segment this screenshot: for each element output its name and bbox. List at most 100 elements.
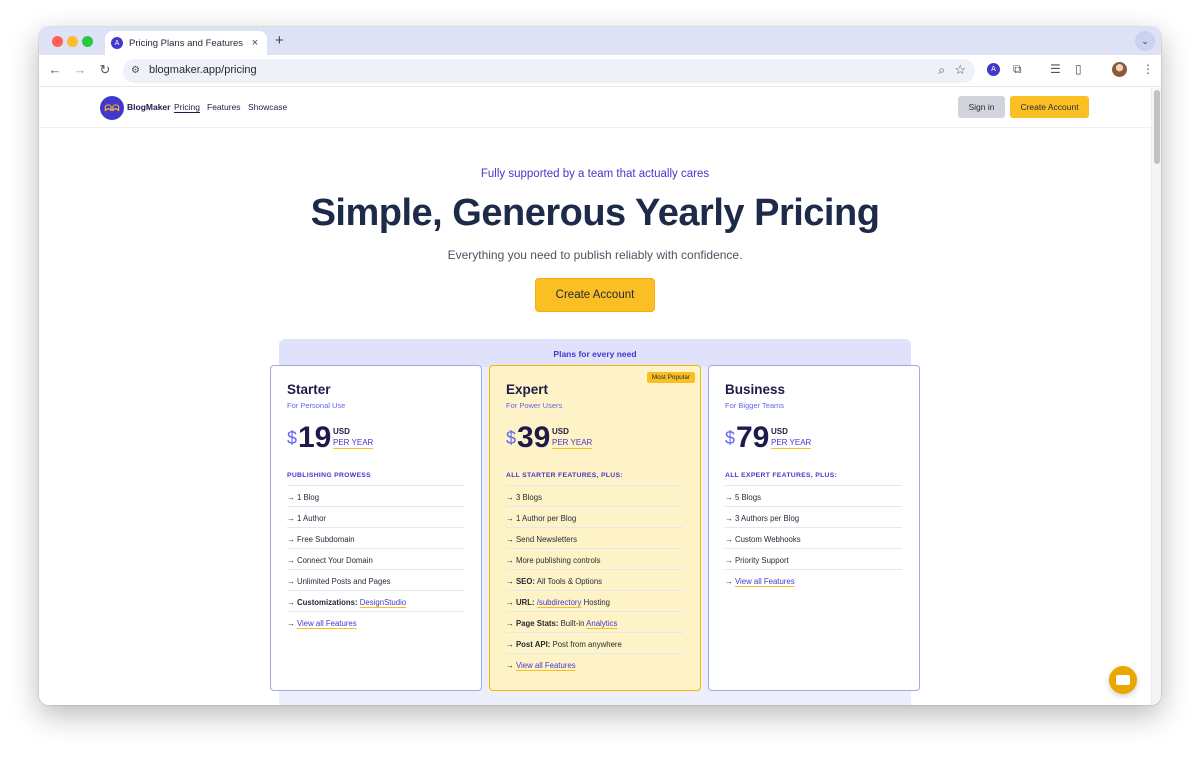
header-create-account-button[interactable]: Create Account: [1010, 96, 1089, 118]
feature-key: SEO:: [515, 577, 536, 586]
reload-icon[interactable]: ↻: [97, 62, 113, 78]
feature-suffix: Hosting: [581, 598, 611, 607]
feature-list: → 3 Blogs → 1 Author per Blog → Send Newsl…: [506, 485, 683, 674]
price-period: PER YEAR: [552, 438, 593, 449]
feature-text: More publishing controls: [515, 556, 601, 565]
logo-icon[interactable]: ᗣᗣ: [100, 96, 124, 120]
feature-section-label: ALL STARTER FEATURES, PLUS:: [506, 472, 623, 479]
feature-link[interactable]: DesignStudio: [360, 598, 406, 607]
feature-key: Page Stats:: [515, 619, 559, 628]
feature-item: → Free Subdomain: [287, 527, 464, 548]
browser-menu-icon[interactable]: ⋮: [1142, 62, 1154, 76]
feature-item: → 1 Author: [287, 506, 464, 527]
feature-arrow: →: [287, 619, 297, 628]
feature-arrow: →: [725, 577, 735, 586]
plan-card-starter: Starter For Personal Use $ 19 USD PER YE…: [270, 365, 482, 691]
feature-arrow: →: [506, 556, 516, 565]
browser-tab[interactable]: A Pricing Plans and Features ×: [105, 31, 267, 55]
feature-text: 5 Blogs: [734, 493, 761, 502]
minimize-window-button[interactable]: [67, 36, 78, 47]
feature-key: Customizations:: [296, 598, 358, 607]
feature-text: Custom Webhooks: [734, 535, 801, 544]
address-bar[interactable]: ⚙ blogmaker.app/pricing ⌕ ☆: [123, 59, 975, 83]
feature-item: → Unlimited Posts and Pages: [287, 569, 464, 590]
feature-link[interactable]: View all Features: [297, 619, 357, 628]
feature-item: → 1 Author per Blog: [506, 506, 683, 527]
forward-arrow-icon[interactable]: →: [72, 62, 88, 77]
price-currency: USD: [333, 427, 350, 436]
chat-icon[interactable]: [1109, 666, 1137, 694]
feature-arrow: →: [506, 640, 516, 649]
bookmark-star-icon[interactable]: ☆: [954, 62, 966, 78]
tab-search-chevron-icon[interactable]: ⌄: [1135, 31, 1155, 51]
plan-card-business: Business For Bigger Teams $ 79 USD PER Y…: [708, 365, 920, 691]
feature-arrow: →: [287, 577, 297, 586]
most-popular-badge: Most Popular: [646, 372, 695, 383]
back-arrow-icon[interactable]: ←: [47, 62, 63, 77]
reading-list-icon[interactable]: ☰: [1050, 62, 1061, 76]
hero-create-account-button[interactable]: Create Account: [535, 278, 655, 312]
feature-text: Send Newsletters: [515, 535, 578, 544]
feature-item[interactable]: → Page Stats: Built-in Analytics: [506, 611, 683, 632]
feature-link[interactable]: View all Features: [516, 661, 576, 670]
feature-arrow: →: [506, 661, 516, 670]
feature-item: → 3 Authors per Blog: [725, 506, 902, 527]
plan-name: Business: [725, 382, 786, 397]
feature-item: → SEO: All Tools & Options: [506, 569, 683, 590]
feature-item: → Priority Support: [725, 548, 902, 569]
feature-text: 1 Author: [296, 514, 327, 523]
price-period: PER YEAR: [333, 438, 374, 449]
feature-text: 1 Author per Blog: [515, 514, 577, 523]
feature-section-label: ALL EXPERT FEATURES, PLUS:: [725, 472, 838, 479]
feature-arrow: →: [725, 493, 735, 502]
hero-eyebrow: Fully supported by a team that actually …: [480, 168, 710, 180]
feature-item: → Custom Webhooks: [725, 527, 902, 548]
maximize-window-button[interactable]: [82, 36, 93, 47]
feature-item[interactable]: → Customizations: DesignStudio: [287, 590, 464, 611]
feature-text: 3 Authors per Blog: [734, 514, 800, 523]
nav-link-pricing[interactable]: Pricing: [174, 102, 200, 112]
extensions-puzzle-icon[interactable]: ⧉: [1013, 62, 1022, 77]
new-tab-button[interactable]: +: [275, 32, 284, 49]
feature-key: Post API:: [515, 640, 551, 649]
feature-item[interactable]: → URL: /subdirectory Hosting: [506, 590, 683, 611]
close-window-button[interactable]: [52, 36, 63, 47]
feature-list: → 5 Blogs → 3 Authors per Blog → Custom We…: [725, 485, 902, 590]
tab-title: Pricing Plans and Features: [129, 37, 244, 49]
feature-arrow: →: [287, 493, 297, 502]
url-text[interactable]: blogmaker.app/pricing: [149, 64, 257, 76]
feature-item: → Post API: Post from anywhere: [506, 632, 683, 653]
feature-link[interactable]: View all Features: [735, 577, 795, 586]
feature-arrow: →: [287, 598, 297, 607]
feature-link[interactable]: Analytics: [586, 619, 617, 628]
plan-card-expert: Most Popular Expert For Power Users $ 39…: [489, 365, 701, 691]
feature-item[interactable]: → View all Features: [725, 569, 902, 590]
extension-profile-icon[interactable]: A: [987, 63, 1000, 76]
feature-item[interactable]: → View all Features: [506, 653, 683, 674]
side-panel-icon[interactable]: ▯: [1075, 62, 1082, 76]
price-currency-symbol: $: [287, 428, 298, 448]
feature-arrow: →: [287, 514, 297, 523]
site-header: ᗣᗣ BlogMaker Pricing Features Showcase S…: [39, 88, 1151, 128]
feature-arrow: →: [287, 556, 297, 565]
tab-bar: A Pricing Plans and Features × + ⌄: [39, 27, 1161, 55]
feature-item[interactable]: → View all Features: [287, 611, 464, 632]
scrollbar-thumb[interactable]: [1154, 90, 1160, 164]
sign-in-button[interactable]: Sign in: [958, 96, 1005, 118]
feature-text: Post from anywhere: [550, 640, 622, 649]
nav-link-showcase[interactable]: Showcase: [248, 102, 287, 112]
feature-text: All Tools & Options: [535, 577, 603, 586]
brand-name[interactable]: BlogMaker: [127, 102, 170, 112]
avatar[interactable]: [1112, 62, 1127, 77]
scrollbar[interactable]: [1151, 88, 1161, 705]
zoom-icon[interactable]: ⌕: [938, 63, 945, 78]
price-amount: 39: [517, 421, 551, 454]
feature-key: URL:: [515, 598, 535, 607]
plan-tagline: For Personal Use: [287, 401, 346, 410]
nav-link-features[interactable]: Features: [207, 102, 241, 112]
site-info-icon[interactable]: ⚙: [131, 65, 140, 76]
feature-link[interactable]: /subdirectory: [537, 598, 582, 607]
favicon-icon: A: [111, 37, 123, 49]
feature-text: Connect Your Domain: [296, 556, 373, 565]
tab-close-icon[interactable]: ×: [249, 37, 261, 49]
